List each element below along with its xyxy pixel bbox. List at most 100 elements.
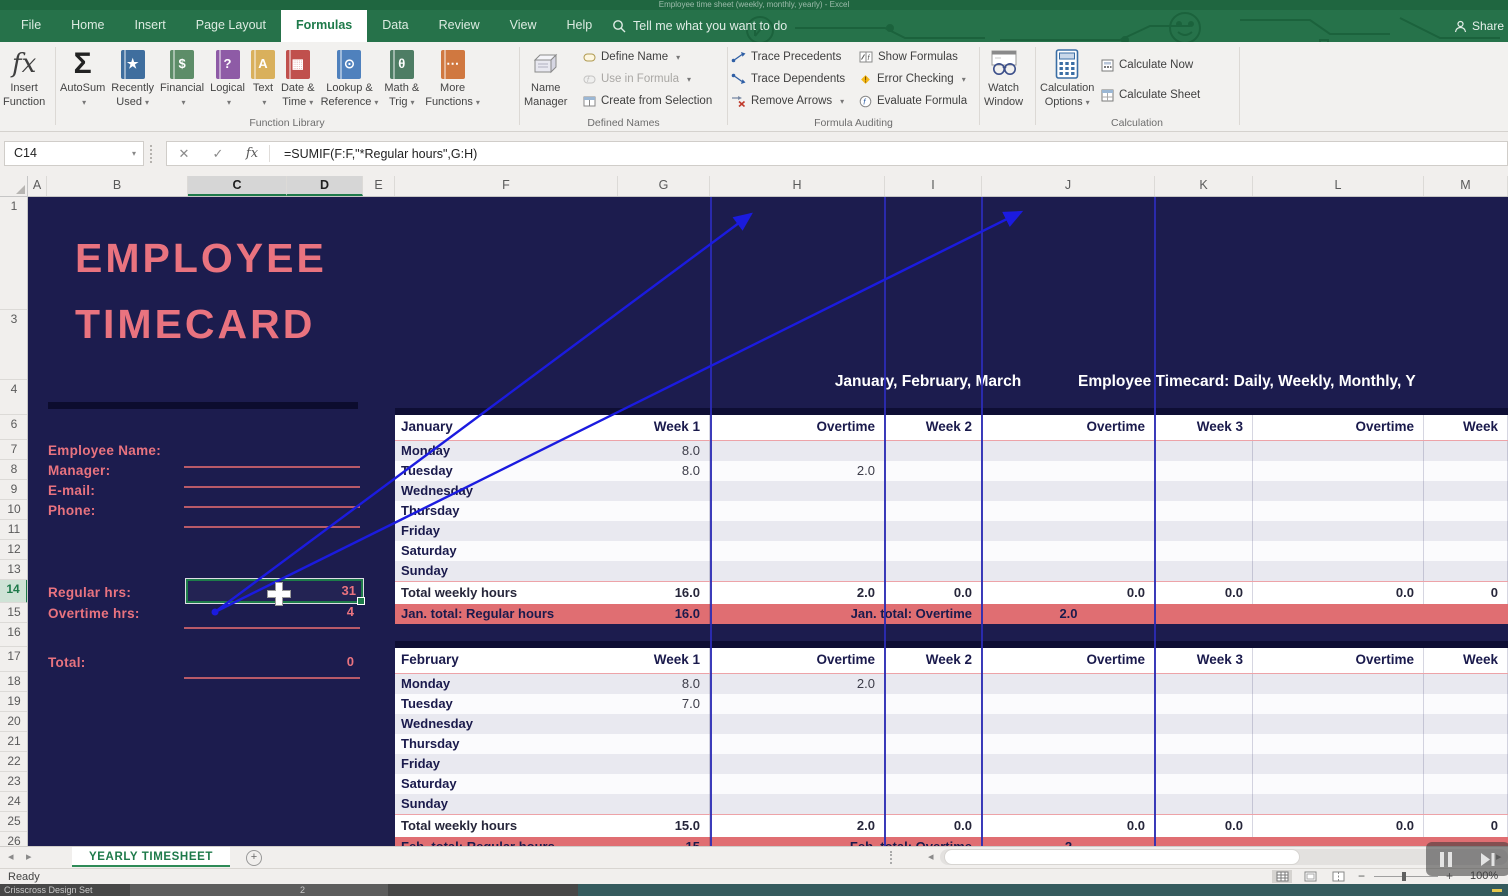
text-button[interactable]: AText▾ [248, 44, 278, 111]
day-value-cell[interactable] [1253, 794, 1424, 814]
column-header-d[interactable]: D [287, 176, 363, 196]
day-name-cell[interactable]: Monday [395, 674, 618, 694]
day-value-cell[interactable] [1155, 734, 1253, 754]
financial-button[interactable]: $Financial▾ [157, 44, 207, 111]
day-value-cell[interactable] [885, 441, 982, 461]
phone-input-line[interactable] [184, 526, 360, 528]
day-value-cell[interactable] [1424, 521, 1508, 541]
row-header-10[interactable]: 10 [0, 500, 28, 520]
table-header-cell[interactable]: Week 1 [618, 415, 710, 440]
column-header-g[interactable]: G [618, 176, 710, 196]
total-value-cell[interactable]: 0.0 [1253, 815, 1424, 837]
total-value[interactable]: 0 [184, 654, 354, 669]
day-value-cell[interactable]: 2.0 [710, 461, 885, 481]
sheet-tab-yearly-timesheet[interactable]: YEARLY TIMESHEET [72, 847, 230, 867]
day-value-cell[interactable] [618, 481, 710, 501]
sheet-nav-left-icon[interactable]: ◂ [8, 850, 14, 863]
day-value-cell[interactable] [1253, 674, 1424, 694]
insert-function-button[interactable]: fx Insert Function [0, 44, 48, 111]
row-header-4[interactable]: 4 [0, 380, 28, 415]
date-time-button[interactable]: ▦Date &Time▾ [278, 44, 318, 111]
table-header-cell[interactable]: Overtime [710, 648, 885, 673]
day-value-cell[interactable] [1253, 481, 1424, 501]
day-value-cell[interactable] [618, 541, 710, 561]
month-total-empty-cell[interactable] [1155, 604, 1253, 624]
day-value-cell[interactable] [1253, 541, 1424, 561]
day-value-cell[interactable] [885, 734, 982, 754]
day-value-cell[interactable]: 7.0 [618, 694, 710, 714]
day-value-cell[interactable] [885, 521, 982, 541]
define-name-button[interactable]: Define Name▾ [583, 50, 712, 64]
column-header-e[interactable]: E [363, 176, 395, 196]
autosum-button[interactable]: ΣAutoSum▾ [57, 44, 108, 111]
table-header-cell[interactable]: Week 1 [618, 648, 710, 673]
row-header-17[interactable]: 17 [0, 647, 28, 672]
day-name-cell[interactable]: Sunday [395, 794, 618, 814]
scroll-left-icon[interactable]: ◂ [928, 850, 934, 863]
cancel-icon[interactable]: ✕ [167, 146, 201, 162]
day-value-cell[interactable] [618, 521, 710, 541]
total-label[interactable]: Total: [48, 655, 86, 670]
table-header-cell[interactable]: Week [1424, 648, 1508, 673]
day-value-cell[interactable] [1155, 501, 1253, 521]
regular-hrs-label[interactable]: Regular hrs: [48, 585, 131, 600]
ribbon-tab-data[interactable]: Data [367, 10, 423, 42]
day-value-cell[interactable] [1253, 461, 1424, 481]
day-value-cell[interactable] [982, 734, 1155, 754]
day-value-cell[interactable] [885, 754, 982, 774]
day-value-cell[interactable] [1424, 541, 1508, 561]
math-trig-button[interactable]: θMath &Trig▾ [381, 44, 422, 111]
tab-scroll-splitter[interactable] [890, 851, 895, 864]
day-value-cell[interactable] [710, 441, 885, 461]
column-header-a[interactable]: A [28, 176, 47, 196]
day-value-cell[interactable] [710, 501, 885, 521]
day-value-cell[interactable] [1253, 734, 1424, 754]
day-name-cell[interactable]: Tuesday [395, 461, 618, 481]
month-total-empty-cell[interactable] [1424, 604, 1508, 624]
day-value-cell[interactable] [1424, 441, 1508, 461]
day-value-cell[interactable] [710, 794, 885, 814]
total-value-cell[interactable]: 0 [1424, 582, 1508, 604]
day-value-cell[interactable] [1155, 794, 1253, 814]
day-value-cell[interactable] [710, 734, 885, 754]
table-header-cell[interactable]: Week 3 [1155, 648, 1253, 673]
month-total-overtime-label[interactable]: Jan. total: Overtime [710, 604, 982, 624]
email-input-line[interactable] [184, 506, 360, 508]
day-value-cell[interactable] [710, 521, 885, 541]
overtime-input-line[interactable] [184, 627, 360, 629]
total-value-cell[interactable]: 0.0 [1253, 582, 1424, 604]
evaluate-formula-button[interactable]: f Evaluate Formula [859, 94, 967, 108]
row-header-11[interactable]: 11 [0, 520, 28, 540]
name-manager-button[interactable]: Name Manager [521, 44, 570, 111]
name-box[interactable]: C14 ▾ [4, 141, 144, 166]
watch-window-button[interactable]: Watch Window [981, 44, 1026, 111]
column-header-b[interactable]: B [47, 176, 188, 196]
ribbon-tab-page-layout[interactable]: Page Layout [181, 10, 281, 42]
manager-label[interactable]: Manager: [48, 463, 110, 478]
table-header-cell[interactable]: Overtime [1253, 648, 1424, 673]
day-value-cell[interactable] [1424, 794, 1508, 814]
row-header-13[interactable]: 13 [0, 560, 28, 580]
total-value-cell[interactable]: 2.0 [710, 815, 885, 837]
day-value-cell[interactable] [1253, 501, 1424, 521]
ribbon-tab-insert[interactable]: Insert [120, 10, 181, 42]
table-header-cell[interactable]: Week [1424, 415, 1508, 440]
day-value-cell[interactable] [1424, 461, 1508, 481]
total-value-cell[interactable]: 2.0 [710, 582, 885, 604]
day-value-cell[interactable] [1424, 481, 1508, 501]
select-all-corner[interactable] [0, 176, 28, 196]
calculate-now-button[interactable]: Calculate Now [1101, 58, 1200, 72]
row-header-22[interactable]: 22 [0, 752, 28, 772]
day-value-cell[interactable] [1424, 501, 1508, 521]
day-name-cell[interactable]: Friday [395, 754, 618, 774]
day-value-cell[interactable] [885, 794, 982, 814]
row-header-6[interactable]: 6 [0, 415, 28, 440]
trace-dependents-button[interactable]: Trace Dependents [731, 72, 845, 86]
show-formulas-button[interactable]: f Show Formulas [859, 50, 967, 64]
share-button[interactable]: Share [1454, 10, 1504, 42]
column-header-f[interactable]: F [395, 176, 618, 196]
day-value-cell[interactable] [982, 501, 1155, 521]
page-layout-view-button[interactable] [1300, 870, 1320, 883]
day-value-cell[interactable] [618, 714, 710, 734]
sheet-nav-right-icon[interactable]: ▸ [26, 850, 32, 863]
